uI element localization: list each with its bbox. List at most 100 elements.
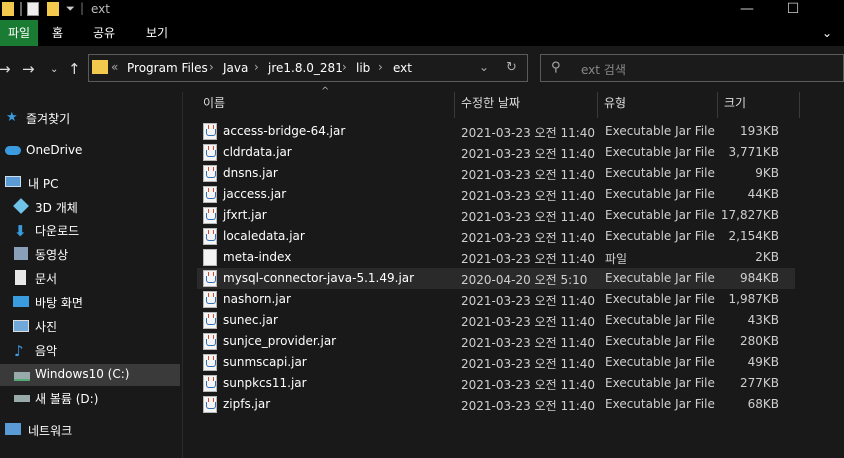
sidebar-item-onedrive[interactable]: OneDrive [0,140,180,162]
chevron-right-icon[interactable]: › [209,60,214,74]
file-row[interactable]: access-bridge-64.jar 2021-03-23 오전 11:40 E… [197,121,795,142]
sidebar-item-3d-objects[interactable]: 3D 개체 [0,196,180,218]
sidebar-item-this-pc[interactable]: 내 PC [0,172,180,194]
jar-file-icon [203,165,217,182]
sidebar-item-label: 다운로드 [35,224,80,238]
chevron-right-icon[interactable]: › [342,60,347,74]
sidebar-item-label: 문서 [35,272,58,286]
navigation-pane: ★ 즐겨찾기 OneDrive 내 PC 3D 개체 ⬇ 다운로드 동영상 문서… [0,92,183,458]
file-type: Executable Jar File [605,292,715,306]
sidebar-item-music[interactable]: ♪ 음악 [0,339,180,361]
file-row[interactable]: nashorn.jar 2021-03-23 오전 11:40 Executable… [197,289,795,310]
separator: | [80,1,85,15]
jar-file-icon [203,375,217,392]
cube-icon [13,198,29,214]
column-header-name[interactable]: 이름 [197,92,455,118]
file-size: 984KB [739,271,779,285]
sidebar-item-desktop[interactable]: 바탕 화면 [0,291,180,313]
ribbon: 파일 홈 공유 보기 ⌄ [0,20,844,46]
file-date: 2021-03-23 오전 11:40 [461,147,596,161]
desktop-icon [13,296,29,307]
search-box[interactable]: ⚲ ext 검색 [540,54,844,82]
file-row[interactable]: mysql-connector-java-5.1.49.jar 2020-04-2… [197,268,795,289]
sidebar-item-pictures[interactable]: 사진 [0,315,180,337]
title-bar: ⏷ | ext — ☐ [0,0,844,20]
file-date: 2021-03-23 오전 11:40 [461,294,596,308]
jar-file-icon [203,186,217,203]
recent-locations-icon[interactable]: ⌄ [50,64,58,75]
chevron-down-icon[interactable]: ⌄ [479,60,489,74]
file-type: Executable Jar File [605,376,715,390]
file-row[interactable]: cldrdata.jar 2021-03-23 오전 11:40 Executabl… [197,142,795,163]
download-icon: ⬇ [14,222,27,240]
sidebar-item-drive-c[interactable]: Windows10 (C:) [0,364,180,386]
file-type: Executable Jar File [605,124,715,138]
sidebar-item-label: 3D 개체 [35,201,78,215]
chevron-icon: « [111,60,119,74]
folder-icon [2,2,14,16]
minimize-button[interactable]: — [724,0,770,20]
file-row[interactable]: sunmscapi.jar 2021-03-23 오전 11:40 Executab… [197,352,795,373]
sidebar-item-favorites[interactable]: ★ 즐겨찾기 [0,107,180,129]
tab-home[interactable]: 홈 [52,20,63,46]
sidebar-item-network[interactable]: 네트워크 [0,419,180,441]
file-name: dnsns.jar [223,166,278,180]
file-name: jfxrt.jar [223,208,267,222]
breadcrumb-java[interactable]: Java [223,61,248,75]
breadcrumb-program-files[interactable]: Program Files [127,61,208,75]
tab-file[interactable]: 파일 [0,20,38,46]
folder-icon [92,60,108,74]
ribbon-expand-icon[interactable]: ⌄ [822,20,832,46]
quick-access-dropdown-icon[interactable]: ⏷ [66,2,75,16]
sidebar-item-videos[interactable]: 동영상 [0,243,180,265]
file-row[interactable]: zipfs.jar 2021-03-23 오전 11:40 Executable J… [197,394,795,415]
file-row[interactable]: jfxrt.jar 2021-03-23 오전 11:40 Executable J… [197,205,795,226]
sidebar-item-downloads[interactable]: ⬇ 다운로드 [0,219,180,241]
sidebar-item-label: 내 PC [28,177,59,191]
tab-share[interactable]: 공유 [93,20,115,46]
file-row[interactable]: meta-index 2021-03-23 오전 11:40 파일 2KB [197,247,795,268]
new-folder-icon[interactable] [47,2,59,16]
column-header-size[interactable]: 크기 [718,92,800,118]
drive-icon [14,395,30,402]
tab-view[interactable]: 보기 [146,20,168,46]
file-size: 2,154KB [728,229,779,243]
sidebar-item-label: Windows10 (C:) [35,367,130,381]
properties-icon[interactable] [27,2,39,16]
file-row[interactable]: localedata.jar 2021-03-23 오전 11:40 Executa… [197,226,795,247]
file-row[interactable]: dnsns.jar 2021-03-23 오전 11:40 Executable J… [197,163,795,184]
chevron-right-icon[interactable]: › [378,60,383,74]
up-icon[interactable]: ↑ [68,60,81,78]
breadcrumb-jre[interactable]: jre1.8.0_281 [268,61,343,75]
column-header-type[interactable]: 유형 [598,92,718,118]
file-row[interactable]: sunec.jar 2021-03-23 오전 11:40 Executable J… [197,310,795,331]
file-row[interactable]: sunjce_provider.jar 2021-03-23 오전 11:40 Ex… [197,331,795,352]
jar-file-icon [203,291,217,308]
breadcrumb-ext[interactable]: ext [393,61,412,75]
file-size: 3,771KB [728,145,779,159]
file-date: 2021-03-23 오전 11:40 [461,378,596,392]
file-row[interactable]: sunpkcs11.jar 2021-03-23 오전 11:40 Executab… [197,373,795,394]
chevron-right-icon[interactable]: › [254,60,259,74]
sidebar-item-drive-d[interactable]: 새 볼륨 (D:) [0,387,180,409]
maximize-button[interactable]: ☐ [770,0,816,20]
address-bar[interactable]: « Program Files › Java › jre1.8.0_281 › … [88,54,528,82]
forward-icon[interactable]: → [22,60,35,78]
sidebar-item-label: OneDrive [26,143,83,157]
file-name: sunjce_provider.jar [223,334,337,348]
column-header-date[interactable]: 수정한 날짜 [455,92,598,118]
file-type: Executable Jar File [605,355,715,369]
file-name: sunpkcs11.jar [223,376,307,390]
breadcrumb-lib[interactable]: lib [356,61,370,75]
file-row[interactable]: jaccess.jar 2021-03-23 오전 11:40 Executable… [197,184,795,205]
file-list: ^ 이름 수정한 날짜 유형 크기 access-bridge-64.jar 20… [183,86,844,458]
file-size: 193KB [739,124,779,138]
file-date: 2021-03-23 오전 11:40 [461,399,596,413]
refresh-icon[interactable]: ↻ [506,60,517,75]
network-icon [5,423,21,435]
back-icon[interactable]: → [0,60,11,78]
file-icon [203,249,217,266]
file-size: 1,987KB [728,292,779,306]
sidebar-item-documents[interactable]: 문서 [0,267,180,289]
file-date: 2021-03-23 오전 11:40 [461,126,596,140]
